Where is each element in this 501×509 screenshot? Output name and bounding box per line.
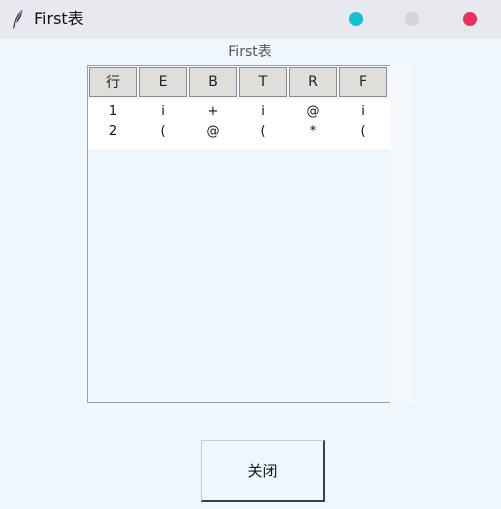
close-window-button[interactable] (463, 12, 477, 26)
table-cell: + (207, 104, 219, 119)
title-bar: First表 (0, 0, 501, 39)
table-row[interactable]: 1 i + i @ i (88, 102, 390, 122)
column-header-e[interactable]: E (139, 67, 187, 97)
vertical-scrollbar[interactable] (390, 65, 412, 403)
first-set-table: 行 E B T R F 1 i + i @ i 2 ( @ ( * ( (87, 65, 391, 403)
feather-icon (13, 9, 23, 29)
column-header-row-number[interactable]: 行 (89, 67, 137, 97)
column-header-b[interactable]: B (189, 67, 237, 97)
table-cell: 1 (108, 104, 118, 119)
maximize-button[interactable] (405, 12, 419, 26)
table-cell: 2 (108, 124, 118, 139)
column-header-t[interactable]: T (239, 67, 287, 97)
table-header: 行 E B T R F (89, 67, 387, 97)
column-header-f[interactable]: F (339, 67, 387, 97)
table-cell: @ (206, 124, 220, 139)
window-title: First表 (34, 9, 84, 28)
table-cell: ( (260, 124, 266, 139)
table-caption: First表 (228, 44, 272, 60)
table-cell: i (261, 104, 265, 119)
table-cell: i (161, 104, 165, 119)
column-header-r[interactable]: R (289, 67, 337, 97)
close-button[interactable]: 关闭 (201, 440, 325, 502)
minimize-button[interactable] (349, 12, 363, 26)
table-row[interactable]: 2 ( @ ( * ( (88, 122, 390, 142)
table-cell: ( (360, 124, 366, 139)
table-cell: i (361, 104, 365, 119)
table-cell: * (309, 124, 317, 139)
table-cell: @ (306, 104, 320, 119)
table-body: 1 i + i @ i 2 ( @ ( * ( (88, 99, 390, 149)
table-cell: ( (160, 124, 166, 139)
